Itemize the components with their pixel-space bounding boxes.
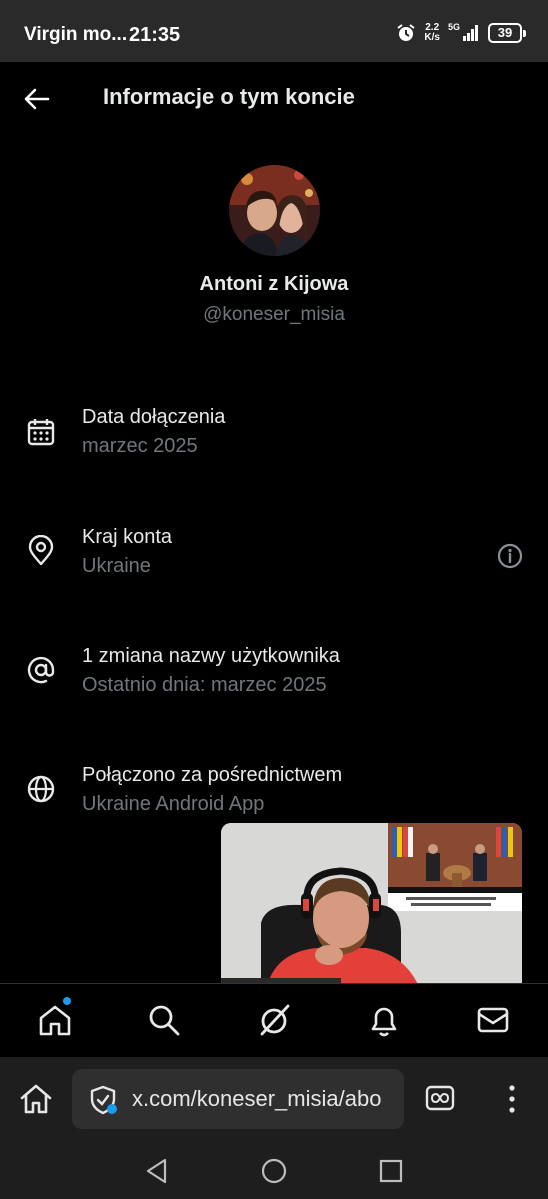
signal-icon: [463, 25, 478, 41]
battery-indicator: 39: [488, 23, 526, 43]
header: Informacje o tym koncie: [0, 62, 548, 132]
network-speed: 2.2 K/s: [424, 22, 440, 43]
url-text: x.com/koneser_misia/abo: [132, 1086, 382, 1111]
mail-icon[interactable]: [475, 1002, 511, 1038]
globe-icon: [27, 775, 55, 803]
shield-check-icon[interactable]: [88, 1085, 118, 1115]
home-icon[interactable]: [37, 1002, 73, 1038]
address-bar[interactable]: x.com/koneser_misia/abo: [72, 1069, 404, 1129]
bottom-nav: [0, 983, 548, 1057]
page-title: Informacje o tym koncie: [103, 84, 355, 109]
browser-home-icon[interactable]: [18, 1081, 54, 1117]
status-time: 21:35: [129, 24, 181, 46]
search-icon[interactable]: [146, 1002, 182, 1038]
display-name: Antoni z Kijowa: [199, 273, 349, 295]
info-icon[interactable]: [496, 542, 524, 570]
notification-dot: [62, 996, 72, 1006]
avatar[interactable]: [229, 165, 320, 256]
info-value: marzec 2025: [82, 435, 198, 457]
status-bar: Virgin mo... 21:35 2.2 K/s 5G 39: [0, 0, 548, 62]
info-item-username-changes: 1 zmiana nazwy użytkownika Ostatnio dnia…: [0, 645, 548, 725]
system-home-icon[interactable]: [260, 1157, 288, 1185]
system-back-icon[interactable]: [143, 1157, 171, 1185]
info-value: Ostatnio dnia: marzec 2025: [82, 674, 327, 696]
back-arrow-icon[interactable]: [22, 84, 52, 114]
info-value: Ukraine Android App: [82, 793, 265, 815]
private-tabs-icon[interactable]: [425, 1085, 455, 1111]
network-type: 5G: [447, 22, 460, 32]
info-label: Kraj konta: [82, 526, 173, 548]
info-value: Ukraine: [82, 555, 151, 577]
info-label: 1 zmiana nazwy użytkownika: [82, 645, 340, 667]
info-item-account-country: Kraj konta Ukraine: [0, 526, 548, 606]
overflow-menu-icon[interactable]: [502, 1083, 522, 1115]
info-label: Data dołączenia: [82, 406, 226, 428]
info-item-join-date: Data dołączenia marzec 2025: [0, 406, 548, 486]
status-icons: 2.2 K/s 5G 39: [396, 22, 526, 43]
carrier-name: Virgin mo...: [24, 24, 128, 45]
picture-in-picture-video[interactable]: [221, 823, 522, 991]
system-navigation-bar: [0, 1141, 548, 1199]
browser-toolbar: x.com/koneser_misia/abo: [0, 1057, 548, 1141]
system-recents-icon[interactable]: [377, 1157, 405, 1185]
username-handle: @koneser_misia: [203, 304, 345, 325]
bell-icon[interactable]: [366, 1002, 402, 1038]
alarm-icon: [397, 24, 416, 41]
at-sign-icon: [27, 656, 55, 684]
calendar-icon: [27, 419, 55, 446]
location-pin-icon: [28, 535, 54, 566]
grok-icon[interactable]: [256, 1002, 292, 1038]
info-label: Połączono za pośrednictwem: [82, 764, 343, 786]
